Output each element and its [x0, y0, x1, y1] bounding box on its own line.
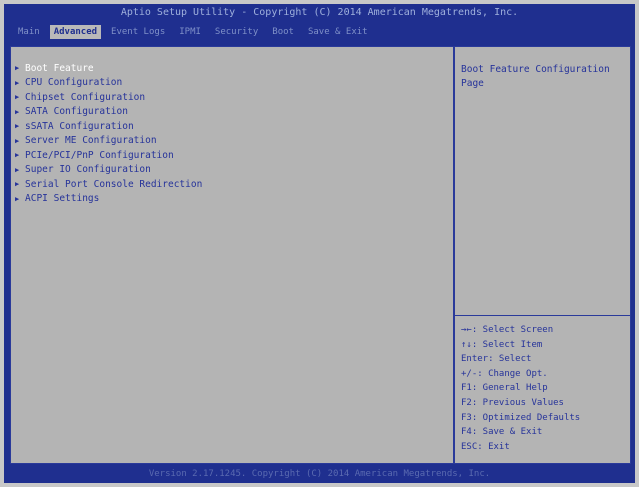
- menu-item-label: sSATA Configuration: [25, 120, 134, 132]
- menu-item-label: Server ME Configuration: [25, 135, 157, 147]
- menu-item-ssata-configuration[interactable]: ▶ sSATA Configuration: [15, 119, 445, 134]
- footer-version: Version 2.17.1245. Copyright (C) 2014 Am…: [148, 469, 491, 479]
- menu-item-super-io-configuration[interactable]: ▶ Super IO Configuration: [15, 163, 445, 178]
- key-hint: ↑↓: Select Item: [461, 339, 543, 350]
- menu-item-serial-port-console-redirection[interactable]: ▶ Serial Port Console Redirection: [15, 177, 445, 192]
- submenu-arrow-icon: ▶: [15, 107, 20, 116]
- tab-ipmi[interactable]: IPMI: [175, 25, 205, 39]
- header-title: Aptio Setup Utility - Copyright (C) 2014…: [120, 7, 519, 18]
- tab-advanced[interactable]: Advanced: [49, 25, 102, 39]
- submenu-arrow-icon: ▶: [15, 136, 20, 145]
- menu-item-server-me-configuration[interactable]: ▶ Server ME Configuration: [15, 134, 445, 149]
- menu-item-label: Boot Feature: [25, 62, 94, 74]
- key-hint: +/-: Change Opt.: [461, 368, 548, 379]
- tab-event-logs[interactable]: Event Logs: [107, 25, 169, 39]
- advanced-menu: ▶ Boot Feature ▶ CPU Configuration ▶ Chi…: [15, 61, 445, 206]
- key-hint: ESC: Exit: [461, 441, 510, 452]
- menu-item-acpi-settings[interactable]: ▶ ACPI Settings: [15, 192, 445, 207]
- menu-item-cpu-configuration[interactable]: ▶ CPU Configuration: [15, 76, 445, 91]
- menu-item-label: Serial Port Console Redirection: [25, 178, 203, 190]
- menu-item-boot-feature[interactable]: ▶ Boot Feature: [15, 61, 445, 76]
- panel-divider: [453, 47, 455, 463]
- key-legend: →←: Select Screen ↑↓: Select Item Enter:…: [461, 323, 626, 454]
- menu-item-sata-configuration[interactable]: ▶ SATA Configuration: [15, 105, 445, 120]
- submenu-arrow-icon: ▶: [15, 180, 20, 189]
- menu-item-pcie-pci-pnp-configuration[interactable]: ▶ PCIe/PCI/PnP Configuration: [15, 148, 445, 163]
- key-hint: F2: Previous Values: [461, 397, 564, 408]
- help-text: Boot Feature Configuration Page: [461, 64, 610, 89]
- menu-item-label: Super IO Configuration: [25, 164, 151, 176]
- menu-item-label: CPU Configuration: [25, 77, 123, 89]
- submenu-arrow-icon: ▶: [15, 165, 20, 174]
- tab-security[interactable]: Security: [211, 25, 262, 39]
- submenu-arrow-icon: ▶: [15, 194, 20, 203]
- submenu-arrow-icon: ▶: [15, 93, 20, 102]
- tab-save-exit[interactable]: Save & Exit: [304, 25, 372, 39]
- menu-item-label: Chipset Configuration: [25, 91, 146, 103]
- key-hint: →←: Select Screen: [461, 325, 554, 335]
- menu-item-chipset-configuration[interactable]: ▶ Chipset Configuration: [15, 90, 445, 105]
- submenu-arrow-icon: ▶: [15, 151, 20, 160]
- submenu-arrow-icon: ▶: [15, 78, 20, 87]
- tab-main[interactable]: Main: [14, 25, 44, 39]
- key-hint: F3: Optimized Defaults: [461, 412, 581, 423]
- key-hint: Enter: Select: [461, 354, 532, 365]
- help-keys-separator: [455, 315, 630, 316]
- key-hint: F1: General Help: [461, 383, 548, 394]
- menu-item-label: SATA Configuration: [25, 106, 128, 118]
- menu-item-label: PCIe/PCI/PnP Configuration: [25, 149, 174, 161]
- menu-item-label: ACPI Settings: [25, 193, 100, 205]
- key-hint: F4: Save & Exit: [461, 427, 543, 438]
- bios-window: Aptio Setup Utility - Copyright (C) 2014…: [4, 4, 635, 483]
- tab-bar: Main Advanced Event Logs IPMI Security B…: [4, 21, 635, 43]
- submenu-arrow-icon: ▶: [15, 64, 20, 73]
- main-panel: ▶ Boot Feature ▶ CPU Configuration ▶ Chi…: [10, 46, 631, 464]
- tab-boot[interactable]: Boot: [268, 25, 298, 39]
- submenu-arrow-icon: ▶: [15, 122, 20, 131]
